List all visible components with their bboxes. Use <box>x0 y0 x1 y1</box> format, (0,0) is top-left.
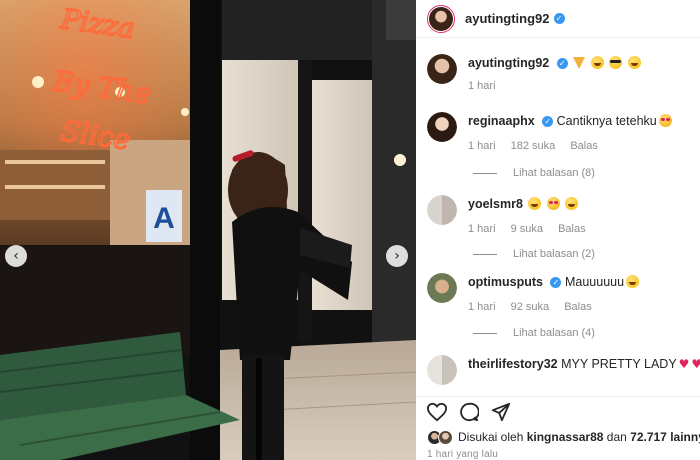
commenter-username[interactable]: reginaaphx <box>468 114 535 128</box>
reply-button[interactable]: Balas <box>558 223 586 235</box>
liker-username[interactable]: kingnassar88 <box>527 430 604 444</box>
next-image-button[interactable]: › <box>386 245 408 267</box>
liker-avatar <box>438 429 453 445</box>
commenter-avatar[interactable] <box>427 355 457 385</box>
commenter-username[interactable]: optimusputs <box>468 275 543 289</box>
commenter-username[interactable]: yoelsmr8 <box>468 197 523 211</box>
likes-middle: dan <box>606 430 627 444</box>
comment-likes[interactable]: 9 suka <box>511 223 543 235</box>
caption-time: 1 hari <box>468 80 496 92</box>
view-replies-label: Lihat balasan (4) <box>513 327 595 339</box>
laughing-emoji-icon <box>626 275 640 288</box>
view-replies-button[interactable]: Lihat balasan (2) <box>473 248 595 260</box>
reply-button[interactable]: Balas <box>564 301 592 313</box>
author-avatar[interactable] <box>427 4 455 33</box>
post-actions-bar <box>416 396 700 426</box>
verified-badge-icon: ✓ <box>542 116 554 127</box>
laughing-emoji-icon <box>590 56 604 69</box>
likes-count[interactable]: 72.717 <box>630 430 667 444</box>
commenter-avatar[interactable] <box>427 273 457 303</box>
replies-divider <box>473 253 497 255</box>
red-heart-icon: ♥ <box>678 357 690 371</box>
view-replies-button[interactable]: Lihat balasan (8) <box>473 167 595 179</box>
storefront-photo: A Pizza By The Slice <box>0 0 416 460</box>
share-icon[interactable] <box>491 402 511 422</box>
view-replies-label: Lihat balasan (2) <box>513 248 595 260</box>
view-replies-label: Lihat balasan (8) <box>513 167 595 179</box>
previous-image-button[interactable]: ‹ <box>5 245 27 267</box>
comments-list[interactable]: ayutingting92 ✓ 1 hari reginaaphx ✓ Cant… <box>416 38 700 420</box>
verified-badge-icon: ✓ <box>553 13 565 24</box>
view-replies-button[interactable]: Lihat balasan (4) <box>473 327 595 339</box>
likes-summary[interactable]: Disukai oleh kingnassar88 dan 72.717 lai… <box>427 428 700 446</box>
post-header: ayutingting92 ✓ <box>416 0 700 38</box>
replies-divider <box>473 332 497 334</box>
comment-icon[interactable] <box>459 402 479 422</box>
comment-time: 1 hari <box>468 301 496 313</box>
reply-button[interactable]: Balas <box>570 140 598 152</box>
comment-likes[interactable]: 182 suka <box>511 140 556 152</box>
commenter-username[interactable]: theirlifestory32 <box>468 357 558 371</box>
post-side-panel: ayutingting92 ✓ ayutingting92 ✓ 1 hari r… <box>416 0 700 460</box>
post-timestamp: 1 hari yang lalu <box>427 449 499 460</box>
comment-likes[interactable]: 92 suka <box>511 301 550 313</box>
comment-text: Mauuuuuu <box>564 275 625 289</box>
comment-time: 1 hari <box>468 223 496 235</box>
author-username[interactable]: ayutingting92 <box>465 11 550 26</box>
heart-icon[interactable] <box>426 402 448 422</box>
grinning-emoji-icon <box>565 197 579 210</box>
red-heart-icon: ♥ <box>691 357 700 371</box>
window-letter: A <box>153 202 175 235</box>
verified-badge-icon: ✓ <box>550 277 562 288</box>
grinning-emoji-icon <box>627 56 641 69</box>
heart-eyes-emoji-icon <box>658 114 672 127</box>
commenter-avatar[interactable] <box>427 112 457 142</box>
pizza-emoji-icon <box>573 57 586 69</box>
likes-prefix: Disukai oleh <box>458 430 524 444</box>
commenter-avatar[interactable] <box>427 195 457 225</box>
comment-text: Cantiknya tetehku <box>556 114 657 128</box>
likes-suffix[interactable]: lainnya <box>670 430 700 444</box>
comment-text: MYY PRETTY LADY <box>561 357 677 371</box>
sunglasses-emoji-icon <box>609 56 623 69</box>
caption-username[interactable]: ayutingting92 <box>468 56 549 70</box>
post-photo[interactable]: A Pizza By The Slice ‹ › <box>0 0 416 460</box>
replies-divider <box>473 172 497 174</box>
grinning-emoji-icon <box>528 197 542 210</box>
heart-eyes-emoji-icon <box>546 197 560 210</box>
caption-avatar[interactable] <box>427 54 457 84</box>
verified-badge-icon: ✓ <box>556 58 568 69</box>
comment-time: 1 hari <box>468 140 496 152</box>
